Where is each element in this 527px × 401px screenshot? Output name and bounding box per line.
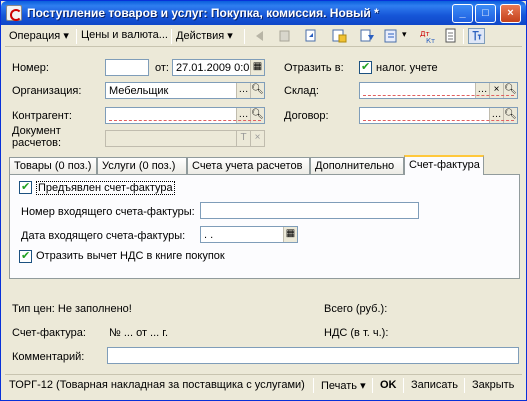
open-magnifier-icon[interactable]: 🔍︎ xyxy=(250,108,264,123)
back-icon[interactable] xyxy=(251,28,268,44)
comment-label: Комментарий: xyxy=(12,351,85,363)
open-magnifier-icon[interactable]: 🔍︎ xyxy=(503,83,517,98)
bottom-command-bar: ТОРГ-12 (Товарная накладная за поставщик… xyxy=(5,374,522,396)
dt-kt-icon[interactable]: ДтКт xyxy=(419,28,436,44)
refresh-icon[interactable] xyxy=(303,28,320,44)
vat-label: НДС (в т. ч.): xyxy=(324,327,389,339)
counterparty-field[interactable]: … 🔍︎ xyxy=(105,107,265,124)
tab-additional[interactable]: Дополнительно xyxy=(310,157,404,174)
svg-text:Кт: Кт xyxy=(426,37,435,44)
operation-menu[interactable]: Операция ▾ xyxy=(9,29,69,42)
select-ellipsis-icon[interactable]: … xyxy=(475,83,489,98)
reflect-label: Отразить в: xyxy=(284,62,344,74)
operation-menu-label: Операция xyxy=(9,30,61,42)
price-type-label: Тип цен: Не заполнено! xyxy=(12,303,132,315)
toolbar: Операция ▾ Цены и валюта... Действия ▾ ▾… xyxy=(5,26,522,47)
tab-control: Товары (0 поз.) Услуги (0 поз.) Счета уч… xyxy=(9,155,520,280)
toolbar-divider xyxy=(76,29,77,44)
invoice-label: Счет-фактура: xyxy=(12,327,86,339)
toolbar-divider xyxy=(171,29,172,44)
settlement-doc-label-line1: Документ xyxy=(12,125,61,137)
print-label: Печать xyxy=(321,380,358,392)
counterparty-label: Контрагент: xyxy=(12,110,72,122)
ok-button[interactable]: OK xyxy=(380,379,397,391)
select-ellipsis-icon[interactable]: … xyxy=(236,108,250,123)
clear-icon: × xyxy=(250,131,264,146)
window-title: Поступление товаров и услуг: Покупка, ко… xyxy=(27,6,379,20)
tax-accounting-label: налог. учете xyxy=(376,62,438,74)
comment-field[interactable] xyxy=(107,347,519,364)
select-ellipsis-icon[interactable]: … xyxy=(489,108,503,123)
calendar-icon[interactable]: ▦ xyxy=(283,227,297,242)
number-field[interactable] xyxy=(105,59,149,76)
number-label: Номер: xyxy=(12,62,49,74)
actions-menu[interactable]: Действия ▾ xyxy=(176,29,233,42)
chevron-down-icon: ▾ xyxy=(227,30,233,42)
tab-settlement-accounts[interactable]: Счета учета расчетов xyxy=(187,157,310,174)
contract-label: Договор: xyxy=(284,110,329,122)
document-window: Поступление товаров и услуг: Покупка, ко… xyxy=(0,0,527,401)
journal-icon[interactable] xyxy=(383,28,400,44)
date-field[interactable]: 27.01.2009 0:0 ▦ xyxy=(172,59,265,76)
dropdown-arrow-icon[interactable]: ▾ xyxy=(402,29,407,40)
prices-currency-button[interactable]: Цены и валюта... xyxy=(81,29,168,41)
tax-accounting-checkbox[interactable] xyxy=(359,60,372,74)
settings-icon[interactable] xyxy=(468,28,485,44)
toolbar-divider xyxy=(244,29,245,44)
save-button[interactable]: Записать xyxy=(411,379,458,391)
incoming-date-label: Дата входящего счета-фактуры: xyxy=(21,230,186,242)
toolbar-divider xyxy=(313,378,314,393)
invoice-tab-panel: Предъявлен счет-фактура Номер входящего … xyxy=(9,174,520,279)
tab-invoice[interactable]: Счет-фактура xyxy=(404,155,484,175)
invoice-ref-link[interactable]: № ... от ... г. xyxy=(109,327,168,339)
settlement-doc-field: T × xyxy=(105,130,265,147)
organization-field[interactable]: Мебельщик … 🔍︎ xyxy=(105,82,265,99)
warehouse-field[interactable]: … × 🔍︎ xyxy=(359,82,518,99)
post-doc-icon[interactable] xyxy=(331,28,348,44)
structure-icon[interactable] xyxy=(359,28,376,44)
minimize-button[interactable]: _ xyxy=(452,4,473,23)
title-bar[interactable]: Поступление товаров и услуг: Покупка, ко… xyxy=(1,1,526,25)
select-ellipsis-icon[interactable]: … xyxy=(236,83,250,98)
print-menu-button[interactable]: Печать ▾ xyxy=(321,379,366,392)
organization-value: Мебельщик xyxy=(109,85,169,97)
chevron-down-icon: ▾ xyxy=(360,380,366,392)
toolbar-divider xyxy=(463,29,464,44)
vat-deduction-label: Отразить вычет НДС в книге покупок xyxy=(36,250,225,262)
chevron-down-icon: ▾ xyxy=(63,30,69,42)
actions-menu-label: Действия xyxy=(176,30,225,42)
type-t-icon: T xyxy=(236,131,250,146)
organization-label: Организация: xyxy=(12,85,82,97)
open-magnifier-icon[interactable]: 🔍︎ xyxy=(503,108,517,123)
toolbar-divider xyxy=(372,378,373,393)
document-icon[interactable] xyxy=(442,28,459,44)
tab-services[interactable]: Услуги (0 поз.) xyxy=(97,157,187,174)
settlement-doc-label-line2: расчетов: xyxy=(12,137,62,149)
invoice-presented-label: Предъявлен счет-фактура xyxy=(36,181,175,195)
date-from-label: от: xyxy=(155,62,169,74)
total-label: Всего (руб.): xyxy=(324,303,388,315)
copy-icon[interactable] xyxy=(277,28,294,44)
toolbar-divider xyxy=(403,378,404,393)
vat-deduction-checkbox[interactable] xyxy=(19,249,32,263)
date-value: 27.01.2009 0:0 xyxy=(176,62,250,74)
app-icon xyxy=(6,5,22,21)
incoming-date-field[interactable]: . . ▦ xyxy=(200,226,298,243)
warehouse-label: Склад: xyxy=(284,85,319,97)
contract-field[interactable]: … 🔍︎ xyxy=(359,107,518,124)
open-magnifier-icon[interactable]: 🔍︎ xyxy=(250,83,264,98)
invoice-presented-checkbox[interactable] xyxy=(19,180,32,194)
close-button[interactable]: Закрыть xyxy=(472,379,514,391)
maximize-button[interactable]: □ xyxy=(475,4,496,23)
toolbar-divider xyxy=(464,378,465,393)
close-window-button[interactable]: × xyxy=(500,4,521,23)
calendar-icon[interactable]: ▦ xyxy=(250,60,264,75)
incoming-number-label: Номер входящего счета-фактуры: xyxy=(21,206,195,218)
tab-goods[interactable]: Товары (0 поз.) xyxy=(9,157,97,174)
torg12-print-link[interactable]: ТОРГ-12 (Товарная накладная за поставщик… xyxy=(9,379,305,391)
incoming-number-field[interactable] xyxy=(200,202,419,219)
clear-icon[interactable]: × xyxy=(489,83,503,98)
